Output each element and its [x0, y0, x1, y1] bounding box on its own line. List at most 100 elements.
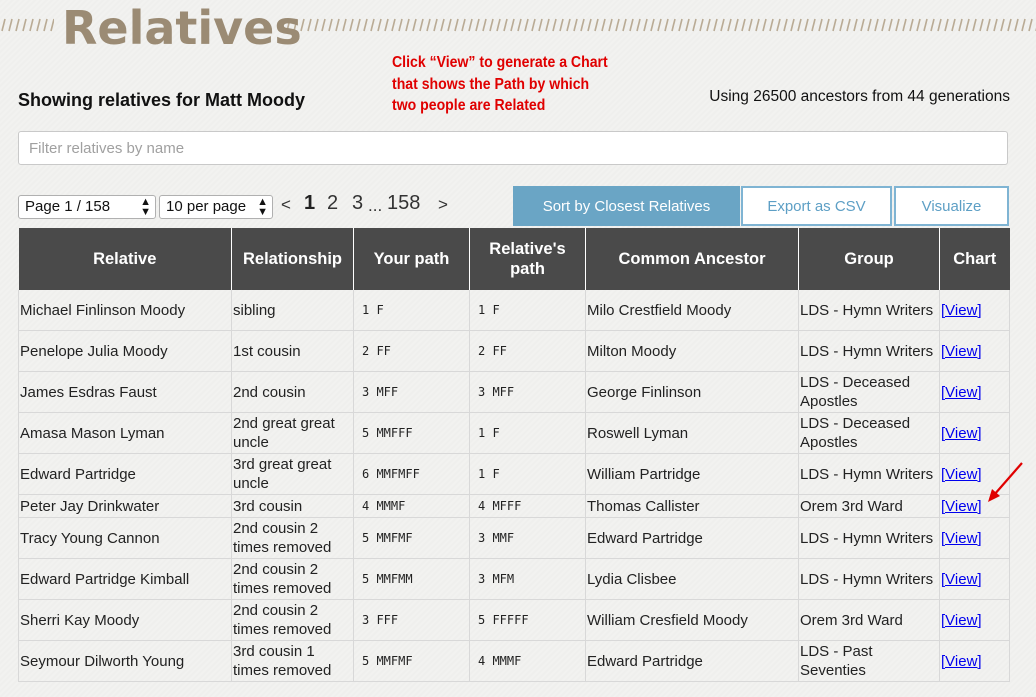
cell-your-path: 3 MFF [353, 371, 470, 413]
cell-chart: [View] [939, 640, 1010, 682]
cell-relative: Seymour Dilworth Young [18, 640, 232, 682]
table-row: Peter Jay Drinkwater 3rd cousin 4 MMMF 4… [18, 494, 1010, 518]
filter-input[interactable] [18, 131, 1008, 165]
column-header-chart[interactable]: Chart [939, 228, 1010, 290]
pager-page-1[interactable]: 1 [304, 192, 315, 215]
cell-relationship: 2nd cousin 2 times removed [231, 558, 354, 600]
cell-common-ancestor: Thomas Callister [585, 494, 799, 518]
cell-your-path: 6 MMFMFF [353, 453, 470, 495]
pager-prev[interactable]: < [281, 195, 291, 215]
cell-your-path: 5 MMFMF [353, 640, 470, 682]
column-header-relative[interactable]: Relative [18, 228, 232, 290]
cell-group: LDS - Hymn Writers [798, 453, 940, 495]
table-row: Amasa Mason Lyman 2nd great great uncle … [18, 412, 1010, 454]
cell-chart: [View] [939, 599, 1010, 641]
red-arrow-icon [988, 462, 1023, 502]
cell-relative: James Esdras Faust [18, 371, 232, 413]
table-row: Edward Partridge Kimball 2nd cousin 2 ti… [18, 558, 1010, 600]
table-row: James Esdras Faust 2nd cousin 3 MFF 3 MF… [18, 371, 1010, 413]
page-select[interactable]: Page 1 / 158 ▲ ▼ [18, 195, 156, 219]
cell-relative-path: 3 MFF [469, 371, 586, 413]
cell-relative-path: 5 FFFFF [469, 599, 586, 641]
cell-chart: [View] [939, 371, 1010, 413]
pager-page-3[interactable]: 3 [352, 192, 363, 215]
view-chart-link[interactable]: [View] [941, 302, 982, 319]
column-header-relationship[interactable]: Relationship [231, 228, 354, 290]
table-header-row: Relative Relationship Your path Relative… [18, 228, 1010, 290]
pager-next[interactable]: > [438, 195, 448, 215]
cell-chart: [View] [939, 330, 1010, 372]
cell-relative-path: 1 F [469, 412, 586, 454]
view-chart-link[interactable]: [View] [941, 384, 982, 401]
pager-page-2[interactable]: 2 [327, 192, 338, 215]
table-row: Seymour Dilworth Young 3rd cousin 1 time… [18, 640, 1010, 682]
cell-relative: Peter Jay Drinkwater [18, 494, 232, 518]
page-title: Relatives [62, 1, 302, 55]
visualize-button[interactable]: Visualize [894, 186, 1009, 226]
cell-group: LDS - Hymn Writers [798, 290, 940, 331]
cell-common-ancestor: William Partridge [585, 453, 799, 495]
cell-relative-path: 3 MFM [469, 558, 586, 600]
page-select-value: Page 1 / 158 [25, 198, 111, 215]
cell-group: LDS - Hymn Writers [798, 330, 940, 372]
view-chart-link[interactable]: [View] [941, 612, 982, 629]
annotation-text: Click “View” to generate a Chart that sh… [392, 52, 621, 117]
cell-relationship: 1st cousin [231, 330, 354, 372]
cell-relationship: 2nd great great uncle [231, 412, 354, 454]
cell-common-ancestor: William Cresfield Moody [585, 599, 799, 641]
column-header-your-path[interactable]: Your path [353, 228, 470, 290]
cell-common-ancestor: Roswell Lyman [585, 412, 799, 454]
cell-relative: Edward Partridge [18, 453, 232, 495]
annotation-line: two people are Related [392, 97, 546, 114]
column-header-common-ancestor[interactable]: Common Ancestor [585, 228, 799, 290]
view-chart-link[interactable]: [View] [941, 653, 982, 670]
cell-relative: Michael Finlinson Moody [18, 290, 232, 331]
view-chart-link[interactable]: [View] [941, 343, 982, 360]
annotation-line: Click “View” to generate a Chart [392, 54, 608, 71]
cell-relative-path: 4 MMMF [469, 640, 586, 682]
relatives-table: Relative Relationship Your path Relative… [18, 228, 1010, 682]
cell-your-path: 5 MMFMF [353, 517, 470, 559]
cell-relationship: 2nd cousin [231, 371, 354, 413]
view-chart-link[interactable]: [View] [941, 530, 982, 547]
cell-your-path: 4 MMMF [353, 494, 470, 518]
cell-group: LDS - Past Seventies [798, 640, 940, 682]
cell-group: LDS - Hymn Writers [798, 558, 940, 600]
pager-page-last[interactable]: 158 [387, 192, 420, 215]
table-row: Sherri Kay Moody 2nd cousin 2 times remo… [18, 599, 1010, 641]
pager-ellipsis: ... [368, 196, 383, 215]
select-arrows-icon: ▲ ▼ [140, 196, 151, 218]
view-chart-link[interactable]: [View] [941, 498, 982, 515]
annotation-line: that shows the Path by which [392, 75, 590, 93]
cell-group: LDS - Deceased Apostles [798, 371, 940, 413]
cell-chart: [View] [939, 412, 1010, 454]
per-page-select[interactable]: 10 per page ▲ ▼ [159, 195, 273, 219]
cell-relative-path: 2 FF [469, 330, 586, 372]
cell-relationship: sibling [231, 290, 354, 331]
table-row: Michael Finlinson Moody sibling 1 F 1 F … [18, 290, 1010, 331]
cell-group: Orem 3rd Ward [798, 599, 940, 641]
cell-your-path: 1 F [353, 290, 470, 331]
table-row: Edward Partridge 3rd great great uncle 6… [18, 453, 1010, 495]
cell-group: LDS - Deceased Apostles [798, 412, 940, 454]
cell-relative-path: 3 MMF [469, 517, 586, 559]
cell-relative-path: 1 F [469, 290, 586, 331]
cell-common-ancestor: Edward Partridge [585, 640, 799, 682]
cell-your-path: 3 FFF [353, 599, 470, 641]
sort-closest-button[interactable]: Sort by Closest Relatives [513, 186, 740, 226]
cell-relationship: 3rd cousin [231, 494, 354, 518]
cell-relative: Tracy Young Cannon [18, 517, 232, 559]
view-chart-link[interactable]: [View] [941, 425, 982, 442]
showing-relatives-heading: Showing relatives for Matt Moody [18, 90, 306, 110]
cell-relative: Amasa Mason Lyman [18, 412, 232, 454]
view-chart-link[interactable]: [View] [941, 466, 982, 483]
cell-relationship: 2nd cousin 2 times removed [231, 517, 354, 559]
view-chart-link[interactable]: [View] [941, 571, 982, 588]
cell-common-ancestor: Edward Partridge [585, 517, 799, 559]
cell-relationship: 3rd great great uncle [231, 453, 354, 495]
column-header-group[interactable]: Group [798, 228, 940, 290]
export-csv-button[interactable]: Export as CSV [741, 186, 892, 226]
cell-your-path: 2 FF [353, 330, 470, 372]
column-header-relative-path[interactable]: Relative's path [469, 228, 586, 290]
cell-your-path: 5 MMFFF [353, 412, 470, 454]
